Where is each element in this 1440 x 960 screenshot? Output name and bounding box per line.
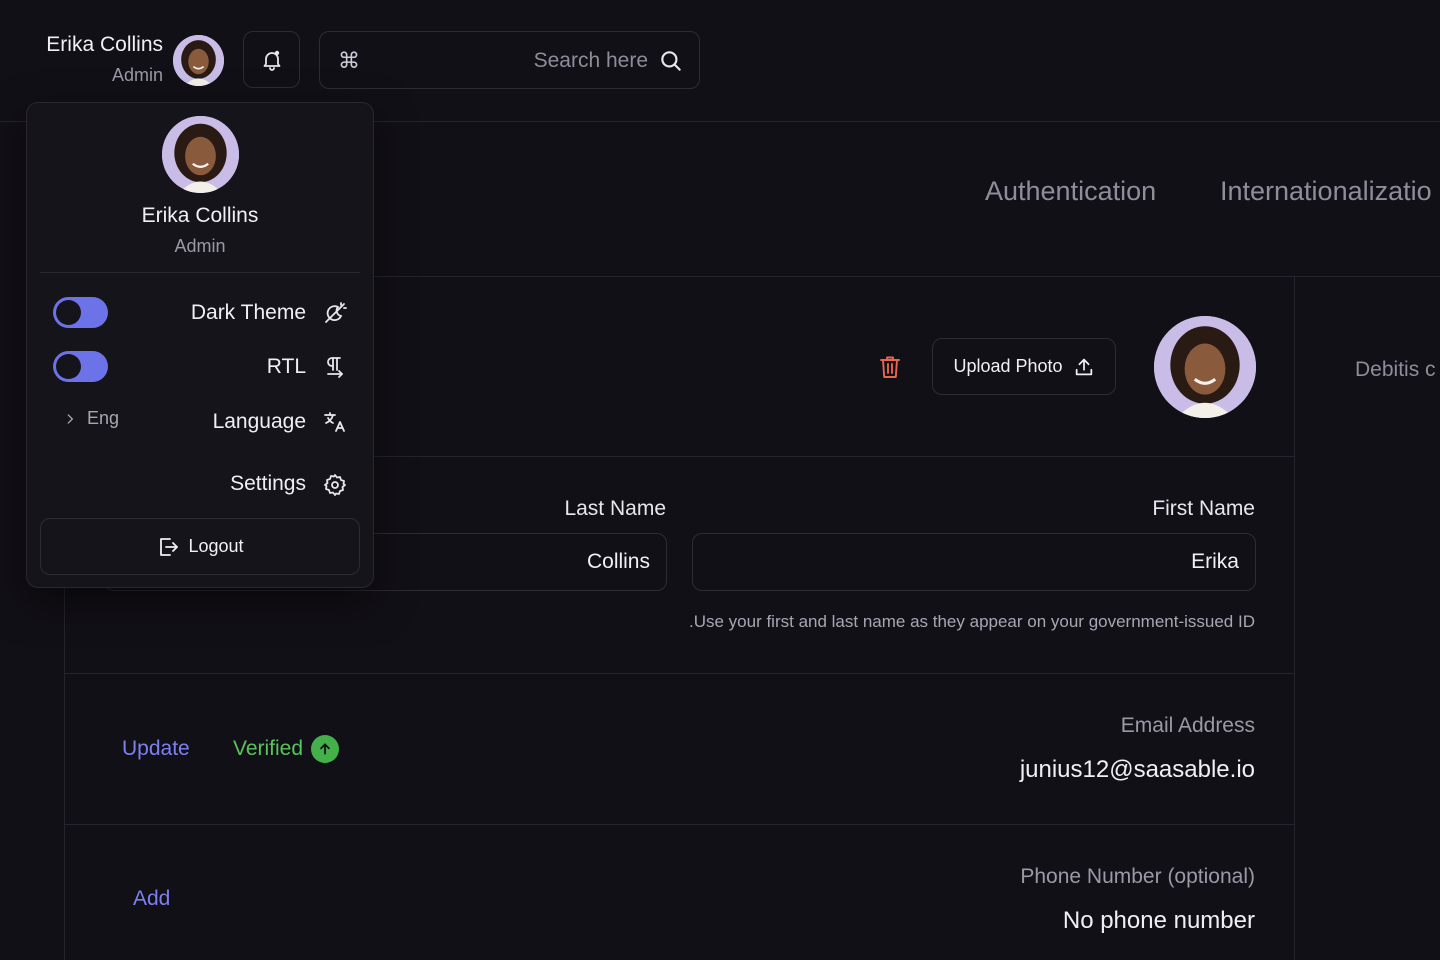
- tab-authentication[interactable]: Authentication: [985, 176, 1156, 207]
- card-divider: [374, 456, 1294, 457]
- side-panel-text: Debitis c: [1355, 358, 1436, 381]
- settings-label[interactable]: Settings: [230, 472, 306, 496]
- text-direction-icon: [327, 357, 343, 378]
- command-key-icon: ⌘: [338, 48, 360, 73]
- notifications-button[interactable]: [243, 31, 300, 88]
- search-icon[interactable]: [658, 48, 684, 74]
- dark-theme-toggle[interactable]: [53, 297, 108, 328]
- first-name-label: First Name: [1152, 497, 1255, 520]
- trash-icon: [880, 356, 900, 378]
- email-update-link[interactable]: Update: [122, 737, 190, 761]
- phone-label: Phone Number (optional): [1020, 865, 1255, 888]
- search-box: ⌘: [319, 31, 700, 89]
- search-input[interactable]: [380, 44, 648, 78]
- avatar-image: [173, 35, 224, 86]
- rtl-label: RTL: [266, 355, 306, 378]
- dropdown-divider: [40, 272, 360, 273]
- upload-photo-button[interactable]: Upload Photo: [932, 338, 1116, 395]
- logout-button[interactable]: Logout: [40, 518, 360, 575]
- avatar-image: [1154, 316, 1256, 418]
- avatar-image: [162, 116, 239, 193]
- theme-icon: [325, 302, 347, 323]
- user-menu-dropdown: Erika Collins Admin Dark Theme RTL Eng L…: [26, 102, 374, 588]
- last-name-label: Last Name: [564, 497, 666, 520]
- language-label: Language: [212, 410, 306, 433]
- logout-label: Logout: [188, 536, 244, 556]
- gear-icon[interactable]: [323, 473, 347, 497]
- upload-photo-label: Upload Photo: [953, 356, 1063, 376]
- translate-icon: [324, 412, 345, 432]
- header-user-role: Admin: [111, 65, 163, 85]
- logout-icon: [160, 537, 179, 556]
- profile-photo: [1154, 316, 1256, 418]
- dropdown-user-role: Admin: [174, 236, 226, 256]
- phone-value: No phone number: [1062, 907, 1255, 934]
- email-verified-badge: Verified: [233, 735, 340, 763]
- card-divider: [65, 824, 1294, 825]
- dark-theme-label: Dark Theme: [190, 301, 306, 324]
- email-label: Email Address: [1120, 714, 1255, 737]
- card-divider: [65, 673, 1294, 674]
- phone-add-link[interactable]: Add: [133, 887, 170, 911]
- dropdown-avatar: [162, 116, 239, 193]
- upload-icon: [1075, 358, 1092, 375]
- email-value: junius12@saasable.io: [1019, 756, 1255, 783]
- bell-icon: [263, 50, 280, 71]
- tab-internationalization[interactable]: Internationalizatio: [1220, 176, 1432, 207]
- verified-arrow-icon: [311, 735, 340, 763]
- dropdown-user-name: Erika Collins: [141, 204, 259, 227]
- rtl-toggle[interactable]: [53, 351, 108, 382]
- first-name-field[interactable]: [692, 533, 1256, 591]
- header-user-name[interactable]: Erika Collins: [46, 33, 163, 57]
- language-value: Eng: [87, 408, 120, 428]
- chevron-right-icon: [67, 413, 73, 424]
- language-selector[interactable]: Eng: [63, 408, 119, 429]
- header-avatar[interactable]: [173, 35, 224, 86]
- email-status-label: Verified: [233, 737, 304, 760]
- name-helper-text: .Use your first and last name as they ap…: [688, 612, 1255, 631]
- delete-photo-button[interactable]: [878, 354, 902, 385]
